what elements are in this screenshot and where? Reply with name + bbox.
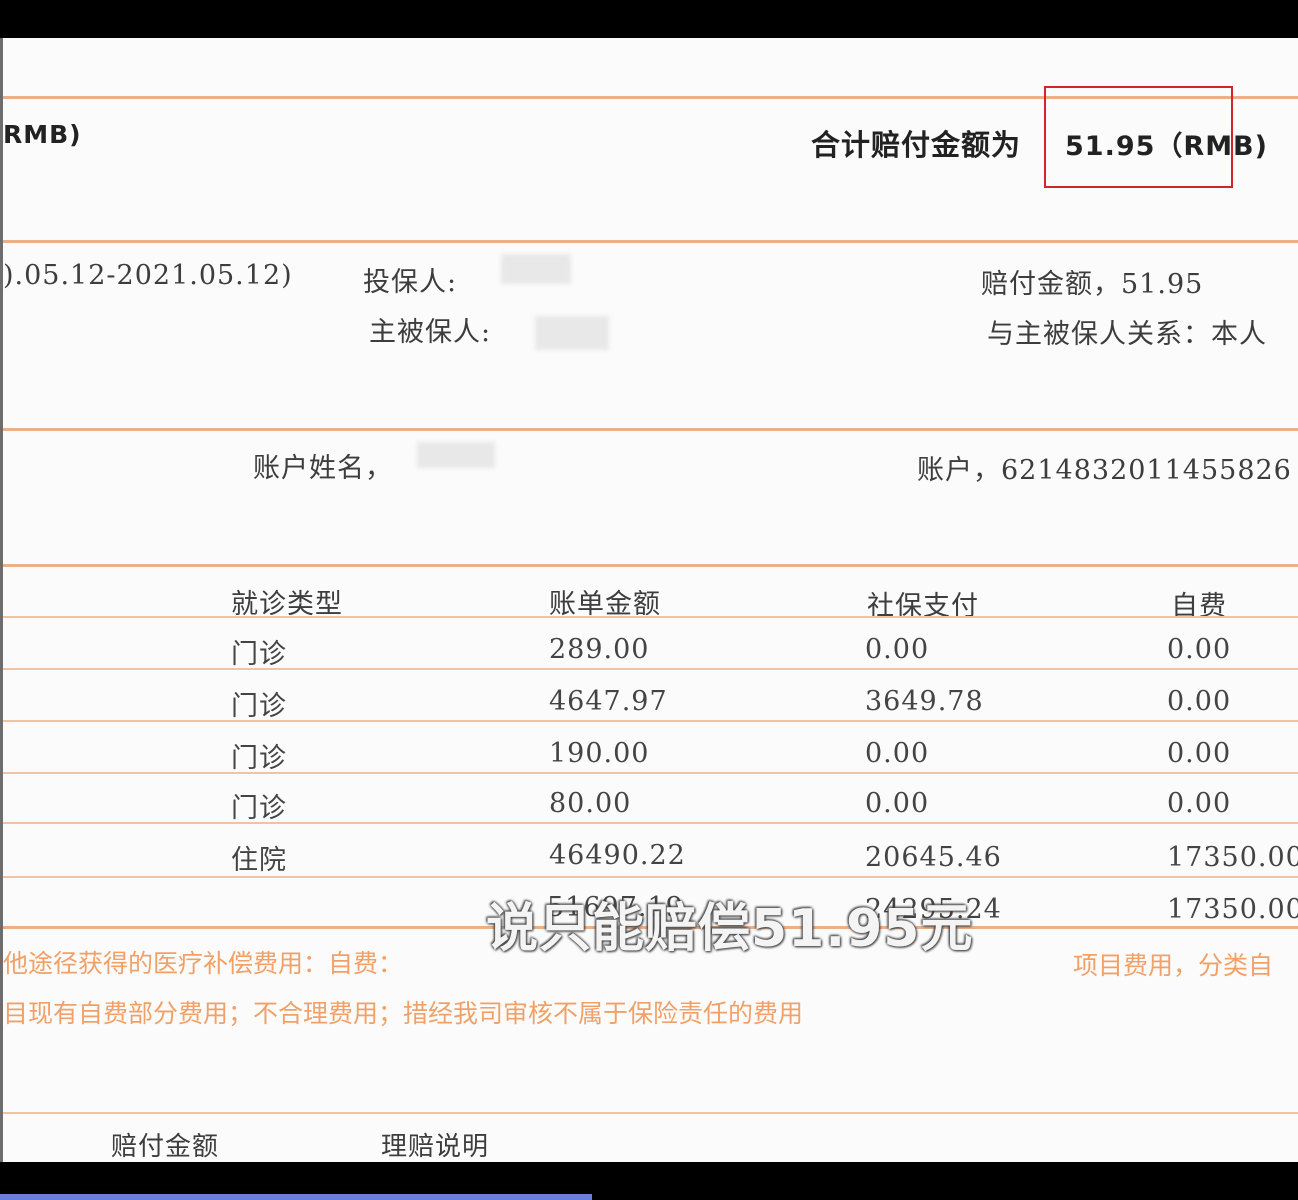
- header-left-text: RMB): [3, 120, 82, 149]
- cell-type: 住院: [231, 845, 287, 876]
- note-line-1-right: 项目费用，分类自: [1073, 951, 1274, 980]
- redacted-name: [417, 442, 495, 468]
- cell-self: 0.00: [1167, 634, 1232, 665]
- divider: [3, 240, 1298, 243]
- divider: [3, 772, 1298, 774]
- cell-social: 0.00: [865, 738, 930, 769]
- divider: [3, 668, 1298, 670]
- divider: [3, 564, 1298, 567]
- footer-claim-notes: 理赔说明: [381, 1132, 490, 1162]
- cell-social: 0.00: [865, 788, 930, 819]
- cell-self: 0.00: [1167, 686, 1232, 717]
- cell-type: 门诊: [231, 691, 287, 722]
- footer-claim-amount: 赔付金额: [111, 1132, 220, 1162]
- divider: [3, 822, 1298, 824]
- policyholder-label: 投保人:: [363, 267, 458, 298]
- cell-bill: 80.00: [549, 788, 632, 819]
- highlight-box: [1044, 86, 1233, 188]
- cell-bill: 289.00: [549, 634, 650, 665]
- main-insured-label: 主被保人:: [369, 317, 492, 348]
- redacted-name: [501, 254, 571, 284]
- note-line-1-left: 他途径获得的医疗补偿费用：自费：: [3, 949, 404, 978]
- cell-type: 门诊: [231, 743, 287, 774]
- cell-social: 20645.46: [865, 842, 1002, 873]
- cell-bill: 46490.22: [549, 840, 686, 871]
- video-progress-bar[interactable]: [0, 1194, 592, 1200]
- relation: 与主被保人关系：本人: [987, 319, 1267, 350]
- cell-bill: 190.00: [549, 738, 650, 769]
- cell-type: 门诊: [231, 793, 287, 824]
- note-line-2: 目现有自费部分费用；不合理费用；措经我司审核不属于保险责任的费用: [3, 999, 804, 1028]
- video-subtitle: 说只能赔偿51.95元: [486, 899, 974, 959]
- cell-social: 0.00: [865, 634, 930, 665]
- redacted-name: [535, 316, 609, 350]
- divider: [3, 720, 1298, 722]
- claim-document: RMB) 合计赔付金额为 51.95（RMB) ).05.12-2021.05.…: [0, 38, 1298, 1162]
- cell-bill: 4647.97: [549, 686, 668, 717]
- divider: [3, 616, 1298, 618]
- account-name-label: 账户姓名，: [253, 453, 393, 484]
- total-label: 合计赔付金额为: [811, 128, 1022, 162]
- total-self: 17350.00: [1167, 894, 1298, 925]
- cell-self: 0.00: [1167, 738, 1232, 769]
- policy-period: ).05.12-2021.05.12): [3, 260, 293, 291]
- claim-amount: 赔付金额，51.95: [981, 269, 1204, 300]
- divider: [3, 876, 1298, 878]
- divider: [3, 428, 1298, 431]
- cell-type: 门诊: [231, 639, 287, 670]
- cell-self: 17350.00: [1167, 842, 1298, 873]
- cell-social: 3649.78: [865, 686, 984, 717]
- divider: [3, 1112, 1298, 1114]
- account-number: 账户，6214832011455826: [917, 455, 1292, 486]
- cell-self: 0.00: [1167, 788, 1232, 819]
